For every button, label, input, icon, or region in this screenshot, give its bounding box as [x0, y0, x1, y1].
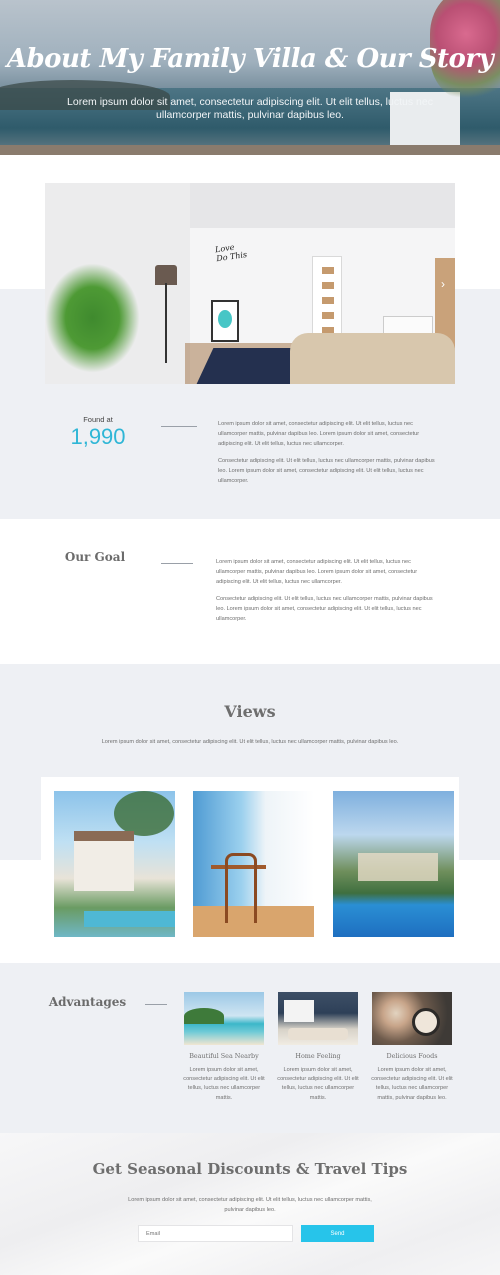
dock — [0, 145, 500, 155]
advantage-name: Delicious Foods — [386, 1052, 438, 1060]
views-subtitle: Lorem ipsum dolor sit amet, consectetur … — [101, 739, 399, 745]
advantage-name: Beautiful Sea Nearby — [189, 1052, 259, 1060]
advantage-name: Home Feeling — [295, 1052, 341, 1060]
chevron-right-icon[interactable]: › — [441, 277, 445, 291]
found-at-label: Found at — [83, 415, 113, 424]
bedroom-photo: Love Do This › — [45, 183, 455, 384]
villa-exterior-photo[interactable] — [54, 791, 175, 937]
newsletter-subtitle: Lorem ipsum dolor sit amet, consectetur … — [128, 1197, 372, 1213]
plant — [45, 263, 140, 373]
divider-line — [161, 426, 197, 427]
bed — [290, 333, 455, 384]
hero-title: About My Family Villa & Our Story — [6, 44, 494, 74]
pool-garden-photo[interactable] — [333, 791, 454, 937]
goal-paragraph-1: Lorem ipsum dolor sit amet, consectetur … — [216, 559, 418, 585]
wall-lettering: Love Do This — [214, 242, 248, 264]
door — [312, 256, 342, 341]
about-paragraph-2: Consectetur adipiscing elit. Ut elit tel… — [218, 458, 435, 484]
views-title: Views — [224, 702, 276, 721]
advantages-title: Advantages — [48, 995, 127, 1009]
gray-band-advantages — [0, 963, 500, 1133]
hero-banner-image — [0, 0, 500, 155]
our-goal-title: Our Goal — [64, 550, 126, 564]
advantage-text: Lorem ipsum dolor sit amet, consectetur … — [183, 1067, 265, 1101]
advantage-text: Lorem ipsum dolor sit amet, consectetur … — [371, 1067, 453, 1101]
food-photo — [372, 992, 452, 1045]
wall-art-frame — [211, 300, 239, 342]
desk-chair-photo[interactable] — [193, 791, 314, 937]
divider-line — [145, 1004, 167, 1005]
sea-beach-photo — [184, 992, 264, 1045]
newsletter-title: Get Seasonal Discounts & Travel Tips — [92, 1160, 408, 1178]
goal-paragraph-2: Consectetur adipiscing elit. Ut elit tel… — [216, 596, 433, 622]
living-room-photo — [278, 992, 358, 1045]
hero-subtitle: Lorem ipsum dolor sit amet, consectetur … — [67, 96, 433, 121]
advantage-text: Lorem ipsum dolor sit amet, consectetur … — [277, 1067, 359, 1101]
about-paragraph-1: Lorem ipsum dolor sit amet, consectetur … — [218, 421, 420, 447]
floor-lamp — [155, 265, 177, 285]
found-at-number: 1,990 — [70, 424, 126, 449]
divider-line — [161, 563, 193, 564]
send-button[interactable]: Send — [301, 1225, 374, 1242]
email-input[interactable] — [138, 1225, 293, 1242]
